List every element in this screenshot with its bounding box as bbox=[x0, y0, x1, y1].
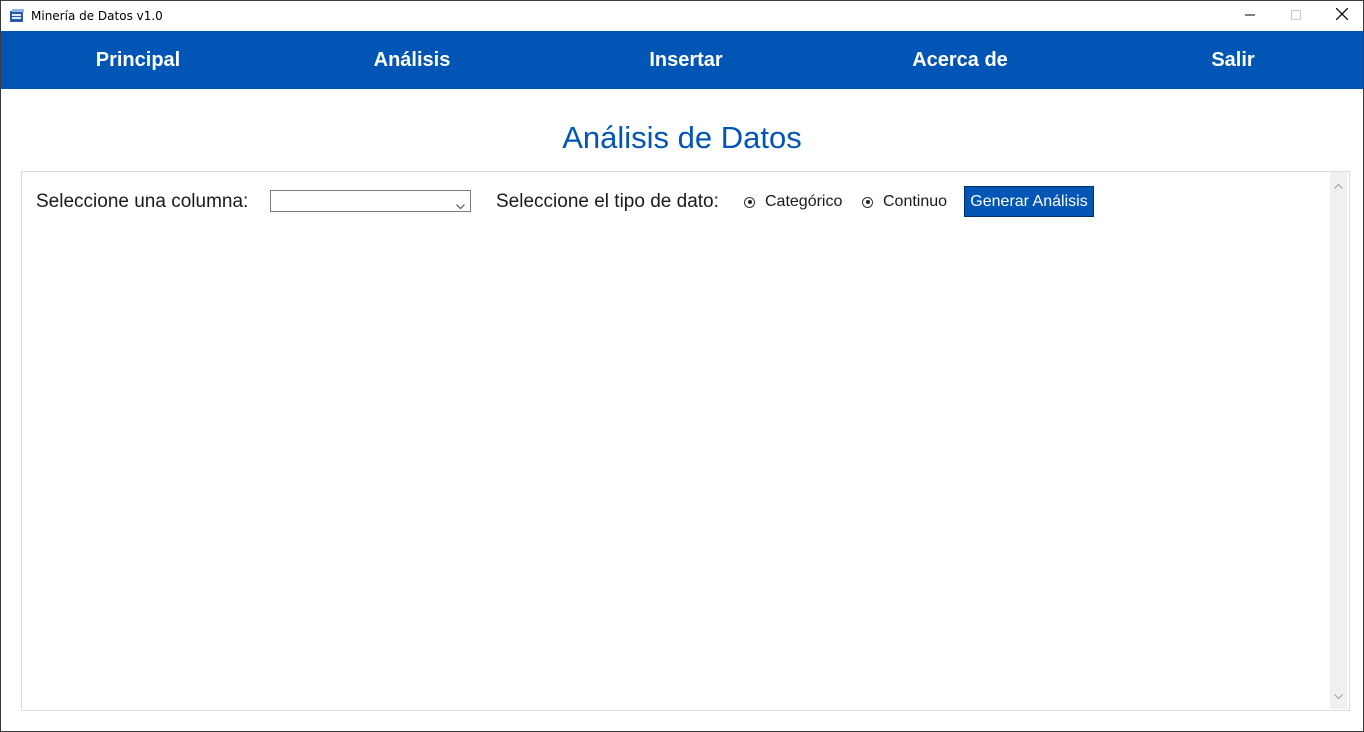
analysis-panel bbox=[21, 171, 1350, 711]
scroll-up-icon[interactable] bbox=[1334, 176, 1343, 194]
column-select-label: Seleccione una columna: bbox=[36, 191, 249, 212]
menu-item-principal[interactable]: Principal bbox=[1, 31, 275, 89]
menu-item-salir[interactable]: Salir bbox=[1096, 31, 1364, 89]
page-title: Análisis de Datos bbox=[562, 120, 802, 155]
radio-continuo[interactable]: Continuo bbox=[862, 193, 947, 211]
chevron-down-icon bbox=[456, 197, 465, 215]
radio-continuo-label: Continuo bbox=[883, 193, 948, 210]
menu-item-analisis[interactable]: Análisis bbox=[275, 31, 549, 89]
data-type-label: Seleccione el tipo de dato: bbox=[496, 191, 719, 212]
radio-categorico[interactable]: Categórico bbox=[744, 193, 842, 211]
menu-item-acerca-de[interactable]: Acerca de bbox=[823, 31, 1097, 89]
close-icon bbox=[1335, 7, 1349, 25]
scroll-down-icon[interactable] bbox=[1334, 687, 1343, 705]
database-app-icon bbox=[9, 8, 25, 24]
radio-button-icon bbox=[744, 196, 755, 208]
minimize-icon bbox=[1245, 7, 1255, 25]
close-button[interactable] bbox=[1319, 1, 1364, 31]
vertical-scrollbar[interactable] bbox=[1330, 172, 1347, 709]
maximize-button[interactable] bbox=[1273, 1, 1319, 31]
main-menu-bar: Principal Análisis Insertar Acerca de Sa… bbox=[1, 31, 1363, 89]
radio-button-icon bbox=[862, 196, 873, 208]
radio-categorico-label: Categórico bbox=[765, 193, 843, 210]
title-bar: Minería de Datos v1.0 bbox=[1, 1, 1363, 31]
column-select[interactable] bbox=[270, 190, 471, 212]
minimize-button[interactable] bbox=[1227, 1, 1273, 31]
maximize-icon bbox=[1291, 7, 1301, 25]
generate-analysis-button[interactable]: Generar Análisis bbox=[964, 186, 1094, 217]
menu-item-insertar[interactable]: Insertar bbox=[549, 31, 823, 89]
window-title: Minería de Datos v1.0 bbox=[31, 9, 163, 23]
